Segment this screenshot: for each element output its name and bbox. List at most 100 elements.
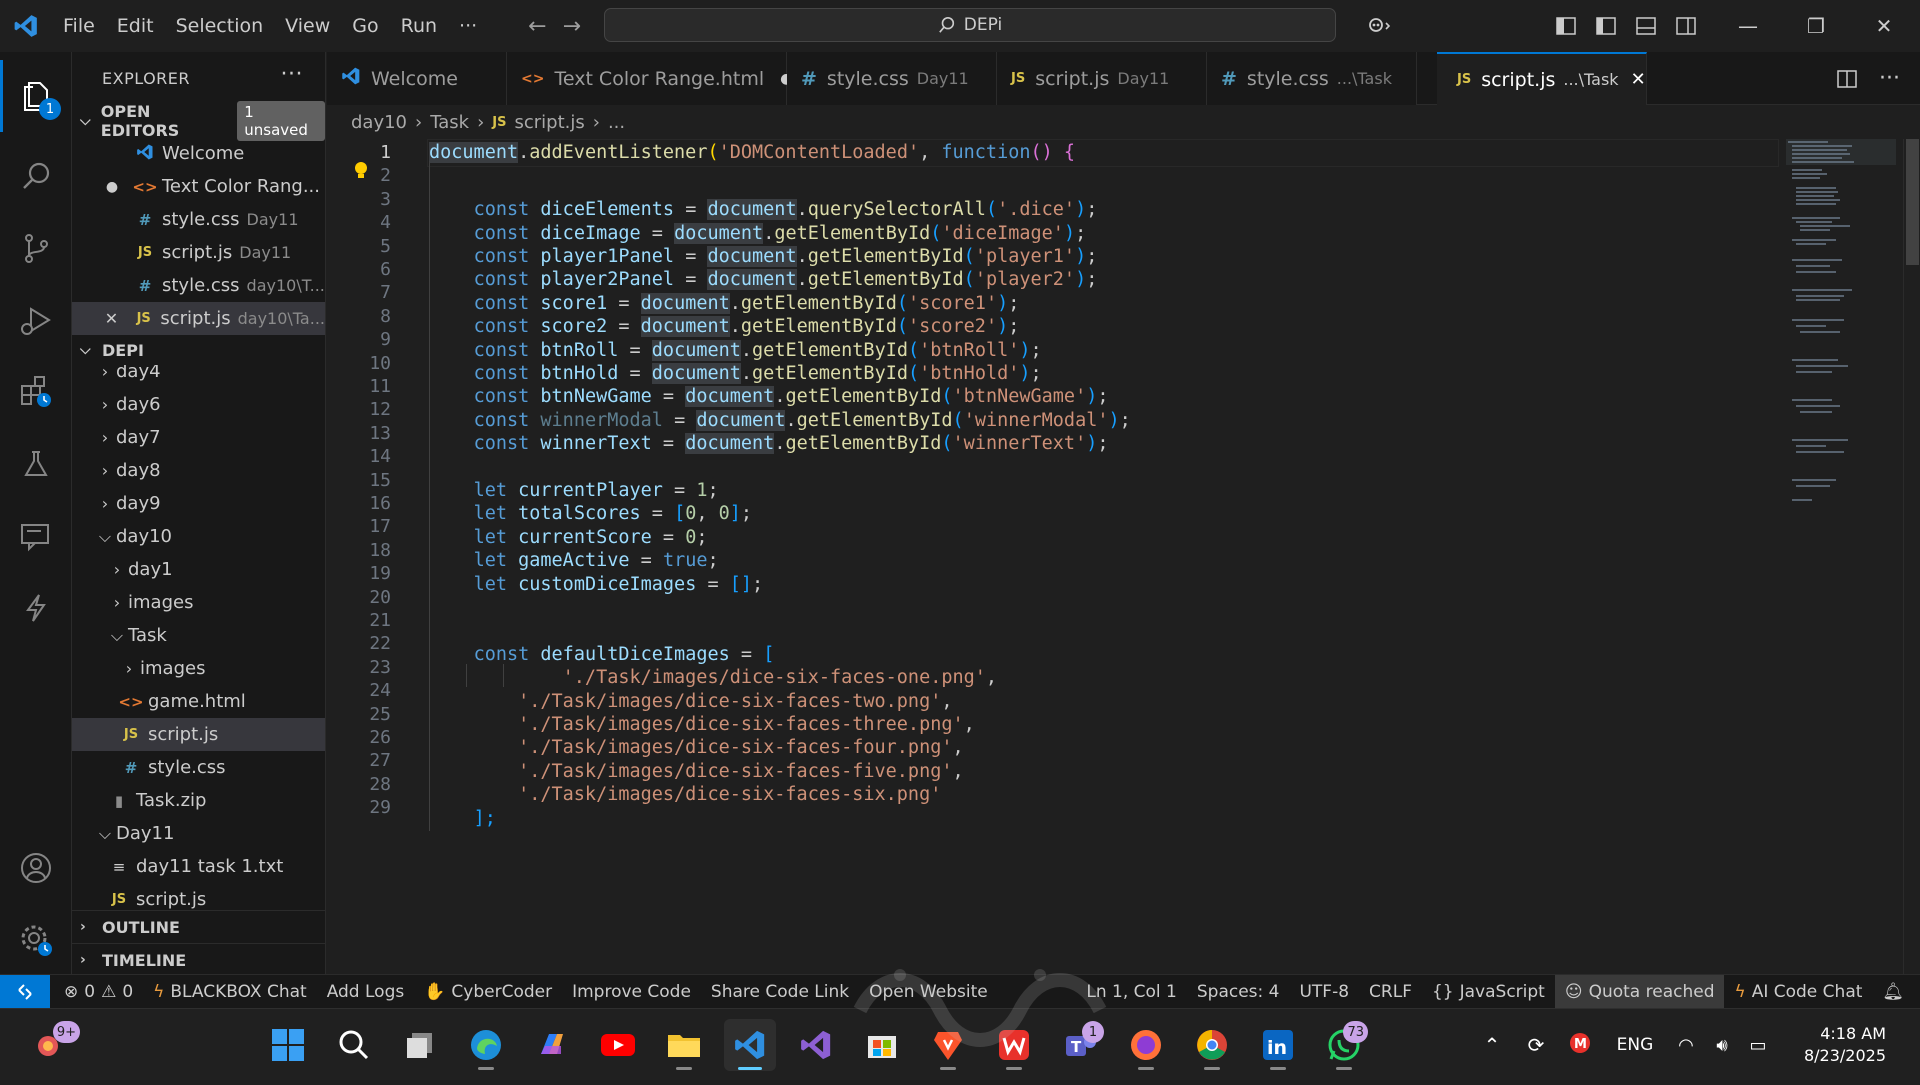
- problems-indicator[interactable]: ⊗ 0 ⚠ 0: [50, 982, 143, 1002]
- youtube-icon[interactable]: [592, 1019, 644, 1071]
- tree-folder-images[interactable]: › images: [72, 586, 325, 619]
- tree-folder-day9[interactable]: › day9: [72, 487, 325, 520]
- open-editor-script-js-day10[interactable]: ✕ JS script.js day10\Ta...: [72, 302, 325, 335]
- microsoft-store-icon[interactable]: [856, 1019, 908, 1071]
- close-window-icon[interactable]: ✕: [1852, 0, 1916, 52]
- more-actions-icon[interactable]: ···: [281, 62, 303, 87]
- indentation[interactable]: Spaces: 4: [1187, 982, 1290, 1002]
- layout-panel-icon[interactable]: [1546, 0, 1586, 52]
- encoding[interactable]: UTF-8: [1289, 982, 1359, 1002]
- language-mode[interactable]: {} JavaScript: [1422, 982, 1555, 1002]
- tab-text-color-range-html[interactable]: <> Text Color Range.html ●: [507, 52, 792, 105]
- tree-folder-day7[interactable]: › day7: [72, 421, 325, 454]
- tree-file-day11-script[interactable]: JS script.js: [72, 883, 325, 910]
- tree-folder-day4[interactable]: › day4: [72, 365, 325, 388]
- add-logs[interactable]: Add Logs: [317, 982, 415, 1002]
- blackbox-chat[interactable]: ϟ BLACKBOX Chat: [143, 982, 317, 1002]
- menu-edit[interactable]: Edit: [106, 0, 165, 52]
- tree-folder-task[interactable]: ⌵ Task: [72, 619, 325, 652]
- cursor-position[interactable]: Ln 1, Col 1: [1076, 982, 1187, 1002]
- minimize-icon[interactable]: —: [1716, 0, 1780, 52]
- close-tab-icon[interactable]: ✕: [1631, 69, 1646, 90]
- tab-style-css-task[interactable]: # style.css ...\Task: [1207, 52, 1417, 105]
- command-center-search[interactable]: DEPi: [604, 8, 1336, 42]
- open-editor-style-css-day10[interactable]: # style.css day10\T...: [72, 269, 325, 302]
- remote-explorer-icon[interactable]: [0, 500, 72, 572]
- source-control-icon[interactable]: [0, 212, 72, 284]
- minimap[interactable]: [1782, 139, 1902, 974]
- tree-file-style-css[interactable]: # style.css: [72, 751, 325, 784]
- wifi-icon[interactable]: ◠: [1668, 1035, 1704, 1056]
- accounts-icon[interactable]: [0, 832, 72, 904]
- tree-folder-task-images[interactable]: › images: [72, 652, 325, 685]
- antivirus-icon[interactable]: M: [1558, 1032, 1602, 1059]
- menu-view[interactable]: View: [274, 0, 341, 52]
- timeline-section[interactable]: › TIMELINE: [72, 943, 325, 974]
- toggle-sidebar-icon[interactable]: [1586, 0, 1626, 52]
- lightbulb-icon[interactable]: [353, 161, 369, 185]
- open-editor-style-css-day11[interactable]: # style.css Day11: [72, 203, 325, 236]
- vscode-taskbar-icon[interactable]: [724, 1019, 776, 1071]
- open-editor-text-color-range[interactable]: ● <> Text Color Rang...: [72, 170, 325, 203]
- chrome-icon[interactable]: [1186, 1019, 1238, 1071]
- tree-folder-day10[interactable]: ⌵ day10: [72, 520, 325, 553]
- show-hidden-icons-chevron-up-icon[interactable]: ⌃: [1470, 1033, 1514, 1057]
- end-of-line[interactable]: CRLF: [1359, 982, 1422, 1002]
- editor-more-actions-icon[interactable]: ···: [1879, 52, 1900, 105]
- tree-folder-day8[interactable]: › day8: [72, 454, 325, 487]
- code-editor[interactable]: 1 2 3 4 5 6 7 8 9 10 11 12 13 14 15 16 17 18 19 20 21 22 23 24 2…: [327, 139, 1920, 974]
- lightning-extension-icon[interactable]: [0, 572, 72, 644]
- breadcrumb-item[interactable]: script.js: [514, 112, 584, 133]
- extensions-icon[interactable]: [0, 356, 72, 428]
- menu-more[interactable]: ···: [448, 0, 488, 52]
- tab-style-css-day11[interactable]: # style.css Day11: [787, 52, 997, 105]
- toggle-panel-icon[interactable]: [1626, 0, 1666, 52]
- ai-code-chat[interactable]: ϟ AI Code Chat: [1724, 982, 1872, 1002]
- notifications-bell-icon[interactable]: 🔔︎: [1872, 982, 1920, 1002]
- menu-run[interactable]: Run: [390, 0, 448, 52]
- menu-selection[interactable]: Selection: [165, 0, 275, 52]
- explorer-icon[interactable]: 1: [0, 60, 72, 132]
- weather-widget-icon[interactable]: 9+: [24, 1019, 80, 1071]
- input-language[interactable]: ENG: [1602, 1035, 1668, 1055]
- tab-script-js-task[interactable]: JS script.js ...\Task ✕: [1437, 52, 1647, 105]
- toggle-secondary-sidebar-icon[interactable]: [1666, 0, 1706, 52]
- copilot-app-icon[interactable]: [526, 1019, 578, 1071]
- sync-icon[interactable]: ⟳: [1514, 1033, 1558, 1057]
- start-menu-icon[interactable]: [262, 1019, 314, 1071]
- wps-office-icon[interactable]: [988, 1019, 1040, 1071]
- share-code-link[interactable]: Share Code Link: [701, 982, 859, 1002]
- open-editor-welcome[interactable]: Welcome: [72, 137, 325, 170]
- tree-file-day11-task[interactable]: ≡ day11 task 1.txt: [72, 850, 325, 883]
- split-editor-icon[interactable]: [1837, 52, 1857, 105]
- forward-arrow-icon[interactable]: →: [563, 14, 581, 39]
- linkedin-icon[interactable]: in: [1252, 1019, 1304, 1071]
- taskbar-search-icon[interactable]: [328, 1019, 380, 1071]
- cybercoder[interactable]: ✋ CyberCoder: [414, 982, 562, 1002]
- open-website[interactable]: Open Website: [859, 982, 998, 1002]
- scrollbar-thumb[interactable]: [1906, 139, 1919, 265]
- improve-code[interactable]: Improve Code: [562, 982, 701, 1002]
- testing-icon[interactable]: [0, 428, 72, 500]
- visual-studio-icon[interactable]: [790, 1019, 842, 1071]
- breadcrumb-item[interactable]: day10: [351, 112, 407, 133]
- open-editors-section[interactable]: ⌵ OPEN EDITORS 1 unsaved: [72, 100, 325, 141]
- edge-browser-icon[interactable]: [460, 1019, 512, 1071]
- task-view-icon[interactable]: [394, 1019, 446, 1071]
- brave-browser-icon[interactable]: [922, 1019, 974, 1071]
- firefox-icon[interactable]: [1120, 1019, 1172, 1071]
- taskbar-clock[interactable]: 4:18 AM 8/23/2025: [1800, 1023, 1886, 1067]
- volume-icon[interactable]: 🔊︎: [1704, 1035, 1740, 1056]
- file-explorer-icon[interactable]: [658, 1019, 710, 1071]
- back-arrow-icon[interactable]: ←: [528, 14, 546, 39]
- copilot-icon[interactable]: [1350, 0, 1410, 52]
- tab-welcome[interactable]: Welcome: [327, 52, 507, 105]
- tab-script-js-day11[interactable]: JS script.js Day11: [997, 52, 1207, 105]
- tree-folder-day6[interactable]: › day6: [72, 388, 325, 421]
- restore-icon[interactable]: ❐: [1784, 0, 1848, 52]
- menu-file[interactable]: File: [52, 0, 106, 52]
- whatsapp-icon[interactable]: 73: [1318, 1019, 1370, 1071]
- outline-section[interactable]: › OUTLINE: [72, 910, 325, 943]
- tree-folder-day11[interactable]: ⌵ Day11: [72, 817, 325, 850]
- manage-gear-icon[interactable]: [0, 904, 72, 976]
